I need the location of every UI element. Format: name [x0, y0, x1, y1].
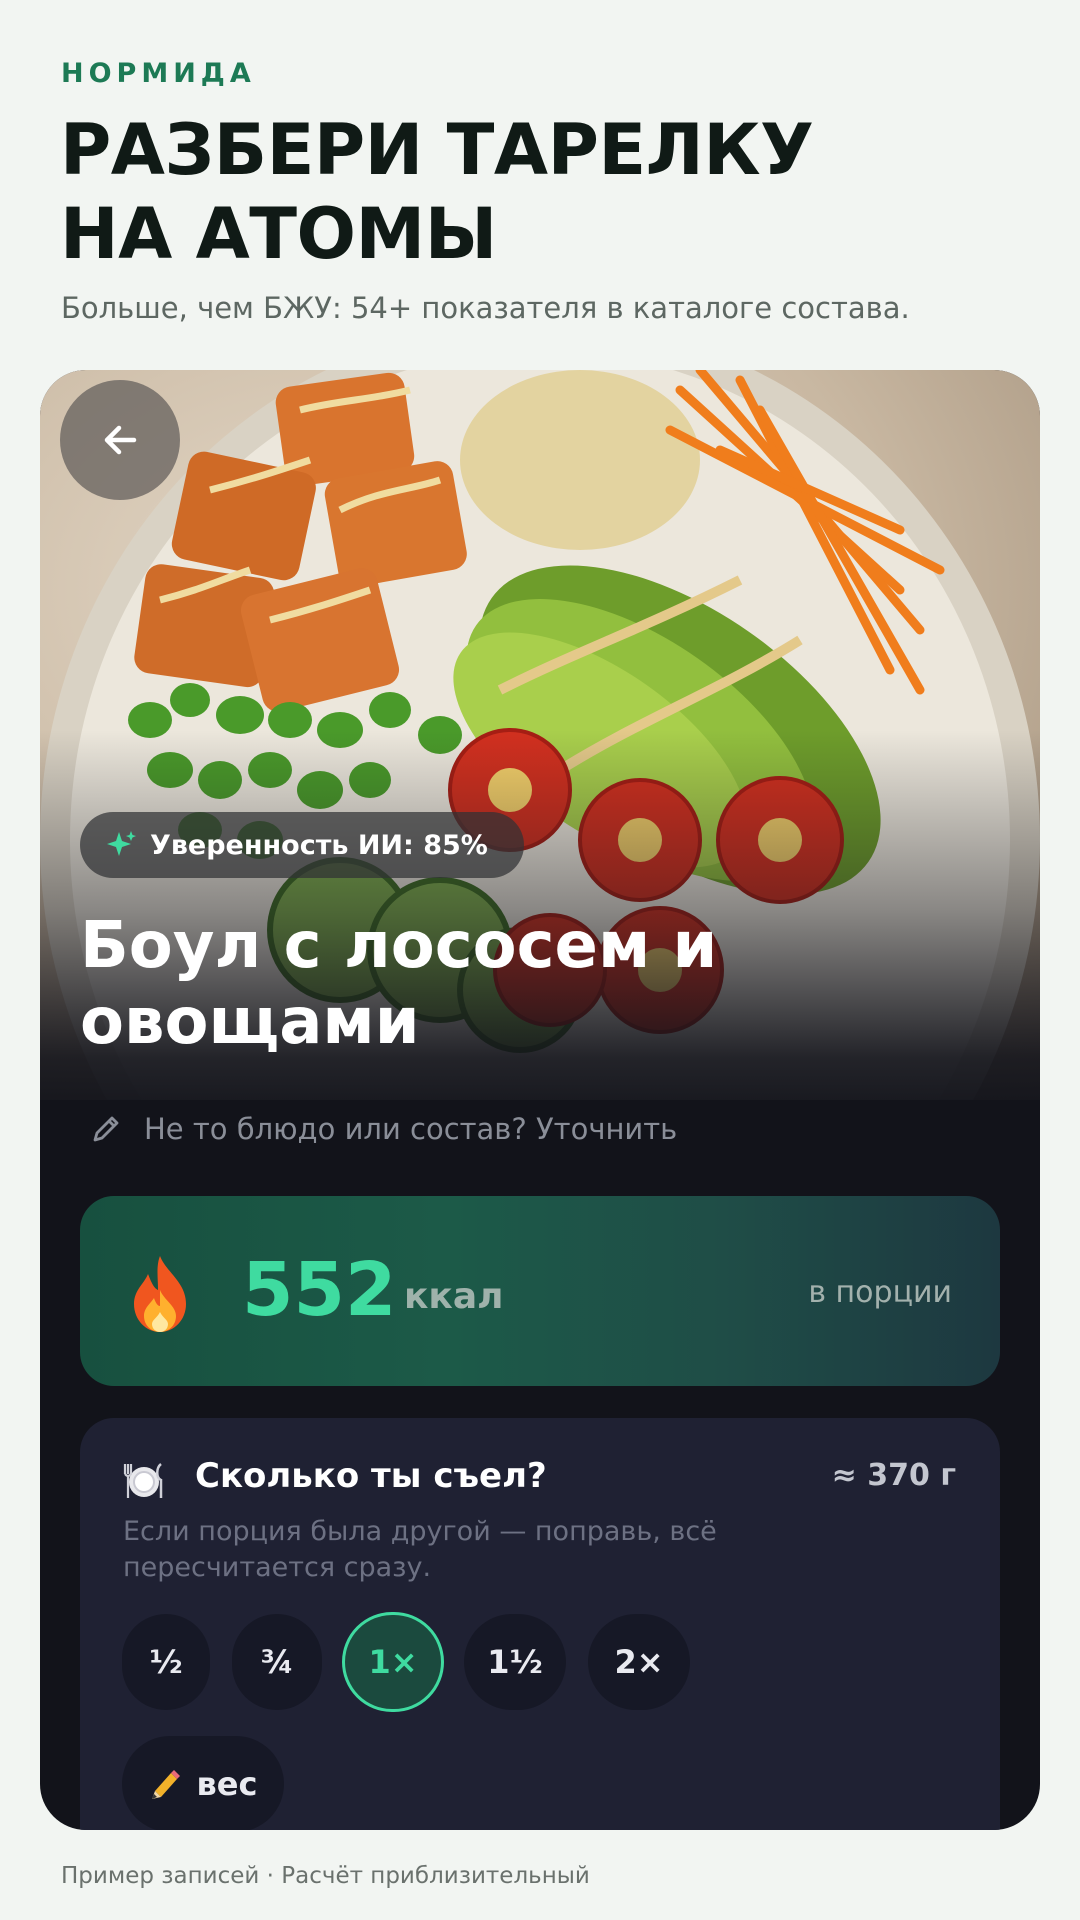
portion-option-half[interactable]: ½	[122, 1614, 210, 1710]
portion-panel: Сколько ты съел? ≈ 370 г Если порция был…	[80, 1418, 1000, 1830]
pencil-icon	[90, 1113, 122, 1145]
dish-title: Боул с лососем и овощами	[80, 909, 718, 1059]
custom-weight-button[interactable]: вес	[122, 1736, 284, 1830]
brand-label: НОРМИДА	[61, 58, 256, 89]
confidence-text: Уверенность ИИ: 85%	[150, 829, 488, 861]
portion-hint: Если порция была другой — поправь, всё п…	[123, 1516, 717, 1583]
footer-note: Пример записей · Расчёт приблизительный	[61, 1863, 590, 1889]
portion-option-one-and-half[interactable]: 1½	[464, 1614, 566, 1710]
page-headline: РАЗБЕРИ ТАРЕЛКУ НА АТОМЫ	[60, 108, 960, 276]
sparkle-icon	[106, 829, 138, 861]
custom-weight-label: вес	[196, 1765, 258, 1803]
plate-icon	[122, 1458, 166, 1507]
portion-option-three-quarters[interactable]: ¾	[232, 1614, 322, 1710]
ai-confidence-badge: Уверенность ИИ: 85%	[80, 812, 524, 878]
page-subtitle: Больше, чем БЖУ: 54+ показателя в катало…	[61, 291, 910, 325]
refine-link-text: Не то блюдо или состав? Уточнить	[144, 1112, 678, 1146]
arrow-left-icon	[104, 425, 137, 455]
fire-icon	[128, 1254, 192, 1339]
calories-value: 552	[242, 1247, 397, 1333]
back-button[interactable]	[60, 380, 180, 500]
headline-line-2: НА АТОМЫ	[60, 193, 497, 275]
portion-title: Сколько ты съел?	[195, 1456, 547, 1496]
portion-option-one[interactable]: 1×	[342, 1612, 444, 1712]
meal-card: Уверенность ИИ: 85% Боул с лососем и ово…	[40, 370, 1040, 1830]
calories-unit: ккал	[404, 1276, 504, 1317]
pencil-icon	[149, 1767, 183, 1801]
portion-weight: ≈ 370 г	[831, 1458, 956, 1493]
portion-option-double[interactable]: 2×	[588, 1614, 690, 1710]
calories-per-portion: в порции	[808, 1275, 952, 1310]
refine-dish-link[interactable]: Не то блюдо или состав? Уточнить	[90, 1112, 677, 1146]
calories-panel: 552 ккал в порции	[80, 1196, 1000, 1386]
headline-line-1: РАЗБЕРИ ТАРЕЛКУ	[60, 109, 814, 191]
